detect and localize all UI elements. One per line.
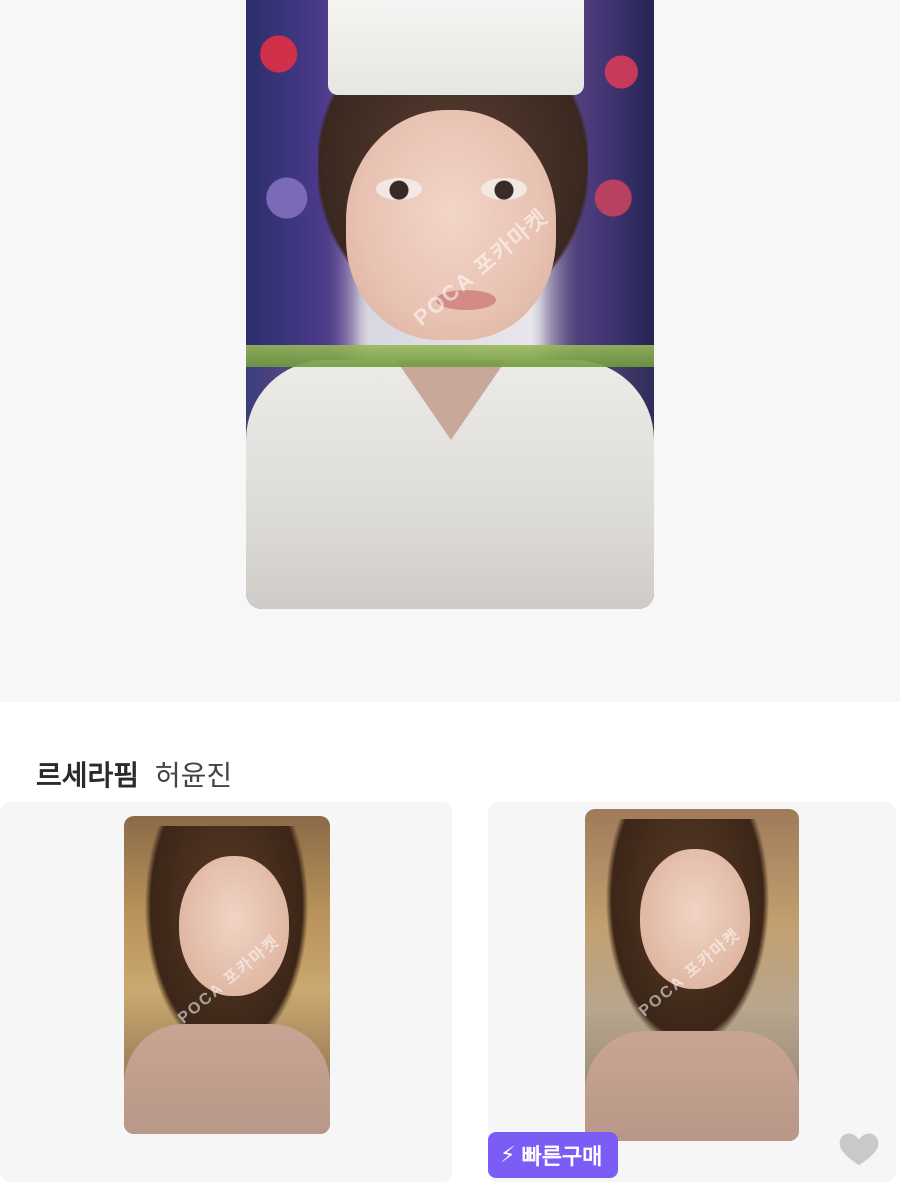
product-card[interactable]: POCA 포카마켓 ⚡ 빠른구매 [488, 802, 896, 1182]
hero-eye-right [481, 178, 527, 200]
heart-icon [839, 1133, 879, 1166]
product-image[interactable]: POCA 포카마켓 [124, 816, 330, 1134]
thumb-body [585, 1031, 799, 1141]
section-title: 르세라핌 허윤진 [36, 754, 232, 794]
related-section: 르세라핌 허윤진 POCA 포카마켓 POCA 포카마켓 ⚡ 빠른구매 [0, 702, 900, 1200]
hero-green-stem [246, 345, 654, 367]
like-button[interactable] [836, 1126, 882, 1168]
product-card[interactable]: POCA 포카마켓 [0, 802, 452, 1182]
product-image[interactable]: POCA 포카마켓 [585, 809, 799, 1141]
thumb-body [124, 1024, 330, 1134]
lightning-icon: ⚡ [500, 1142, 516, 1167]
fast-purchase-badge[interactable]: ⚡ 빠른구매 [488, 1132, 619, 1178]
hero-chef-hat [328, 0, 584, 95]
hero-photocard-image[interactable]: POCA 포카마켓 [246, 0, 654, 609]
group-name: 르세라핌 [36, 760, 140, 791]
hero-collar [396, 360, 506, 440]
fast-purchase-label: 빠른구매 [521, 1144, 603, 1169]
hero-eye-left [376, 178, 422, 200]
hero-section: POCA 포카마켓 [0, 0, 900, 702]
member-name: 허윤진 [154, 760, 233, 791]
